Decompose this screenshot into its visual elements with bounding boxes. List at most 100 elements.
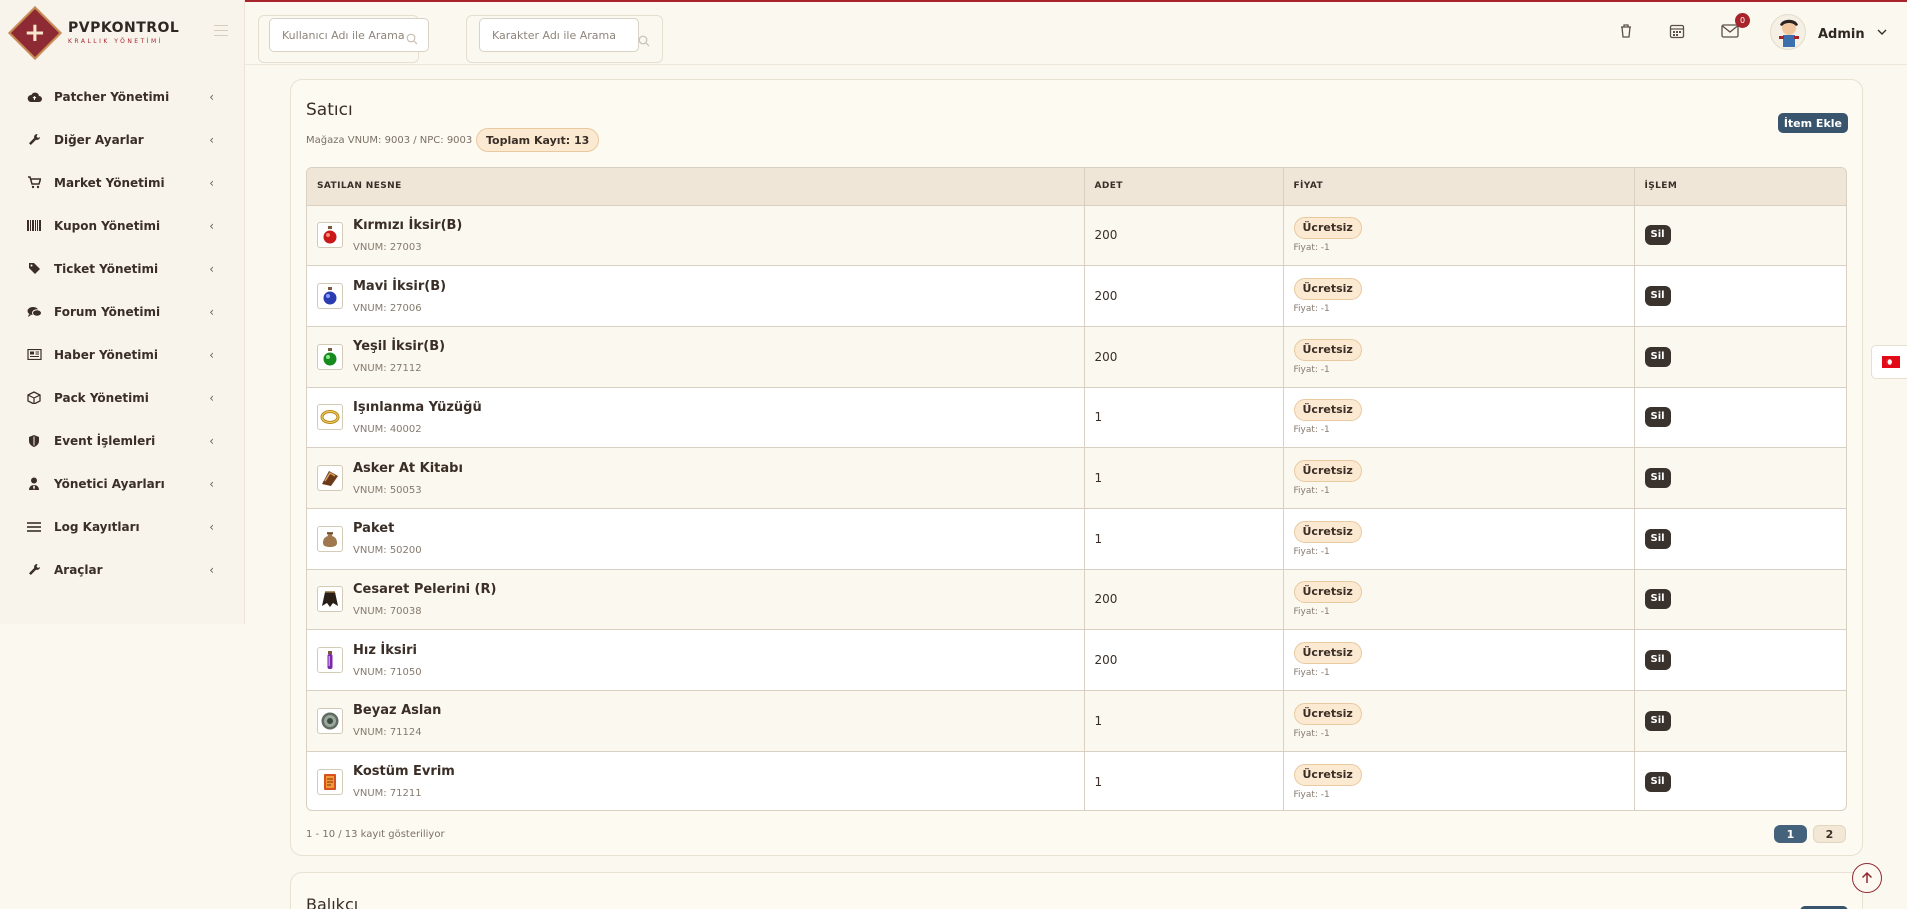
delete-button[interactable]: Sil	[1644, 528, 1671, 549]
item-vnum: VNUM: 27003	[353, 241, 422, 253]
qty-cell: 1	[1084, 447, 1284, 509]
price-value: Fiyat: -1	[1293, 668, 1330, 679]
price-value: Fiyat: -1	[1293, 243, 1330, 254]
page-button-1[interactable]: 1	[1774, 825, 1807, 843]
card-title: Balıkçı	[306, 895, 359, 909]
price-cell: Ücretsiz Fiyat: -1	[1283, 690, 1635, 752]
brand-logo: +	[8, 5, 62, 60]
qty-cell: 1	[1084, 508, 1284, 570]
action-cell: Sil	[1634, 265, 1846, 327]
sidebar-item-newspaper[interactable]: Haber Yönetimi ‹	[0, 333, 244, 376]
item-name: Kostüm Evrim	[353, 764, 455, 780]
price-badge: Ücretsiz	[1293, 460, 1362, 483]
user-search-input[interactable]	[270, 19, 428, 51]
table-row: Asker At Kitabı VNUM: 50053 1 Ücretsiz Fiyat…	[307, 447, 1846, 509]
table-header-row: SATILAN NESNE ADET FİYAT İŞLEM	[307, 168, 1846, 206]
sidebar-item-label: Yönetici Ayarları	[54, 476, 165, 491]
sidebar-item-barcode[interactable]: Kupon Yönetimi ‹	[0, 204, 244, 247]
price-badge: Ücretsiz	[1293, 702, 1362, 725]
sidebar-item-label: Diğer Ayarlar	[54, 132, 144, 147]
add-item-button[interactable]: İtem Ekle	[1777, 113, 1848, 133]
avatar[interactable]	[1770, 14, 1806, 50]
tools-icon	[26, 563, 42, 577]
sidebar-menu: Patcher Yönetimi ‹ Diğer Ayarlar ‹ Market Yö…	[0, 65, 244, 591]
admin-name[interactable]: Admin	[1818, 27, 1865, 42]
item-cell: Kostüm Evrim VNUM: 71211	[307, 751, 1085, 810]
sidebar-item-wrench[interactable]: Diğer Ayarlar ‹	[0, 118, 244, 161]
qty-cell: 200	[1084, 205, 1284, 267]
calendar-icon[interactable]	[1666, 20, 1688, 42]
price-badge: Ücretsiz	[1293, 217, 1362, 240]
sidebar: + PVPKONTROL KRALLIK YÖNETİMİ Patcher Yö…	[0, 0, 245, 624]
price-cell: Ücretsiz Fiyat: -1	[1283, 265, 1635, 327]
sidebar-item-box[interactable]: Pack Yönetimi ‹	[0, 376, 244, 419]
sidebar-item-comments[interactable]: Forum Yönetimi ‹	[0, 290, 244, 333]
delete-button[interactable]: Sil	[1644, 771, 1671, 792]
item-name: Paket	[353, 521, 395, 537]
blue-potion-icon	[317, 283, 343, 310]
sidebar-item-list[interactable]: Log Kayıtları ‹	[0, 505, 244, 548]
action-cell: Sil	[1634, 387, 1846, 449]
search-icon[interactable]	[638, 35, 650, 47]
item-name: Cesaret Pelerini (R)	[353, 581, 497, 597]
chevron-left-icon: ‹	[209, 562, 214, 577]
price-badge: Ücretsiz	[1293, 763, 1362, 786]
sidebar-item-cloud-upload[interactable]: Patcher Yönetimi ‹	[0, 75, 244, 118]
chevron-left-icon: ‹	[209, 519, 214, 534]
menu-toggle-icon[interactable]	[214, 25, 228, 40]
delete-button[interactable]: Sil	[1644, 225, 1671, 246]
seller-card: Satıcı Mağaza VNUM: 9003 / NPC: 9003 Top…	[290, 79, 1863, 856]
table-row: Kırmızı İksir(B) VNUM: 27003 200 Ücretsiz Fi…	[307, 205, 1846, 267]
purple-potion-icon	[317, 647, 343, 674]
sidebar-item-cart[interactable]: Market Yönetimi ‹	[0, 161, 244, 204]
chevron-left-icon: ‹	[209, 89, 214, 104]
price-cell: Ücretsiz Fiyat: -1	[1283, 326, 1635, 388]
sidebar-item-label: Ticket Yönetimi	[54, 261, 159, 276]
column-header-action[interactable]: İŞLEM	[1634, 168, 1846, 206]
sidebar-item-label: Log Kayıtları	[54, 519, 140, 534]
price-badge: Ücretsiz	[1293, 520, 1362, 543]
column-header-item[interactable]: SATILAN NESNE	[307, 168, 1085, 206]
delete-button[interactable]: Sil	[1644, 286, 1671, 307]
search-icon[interactable]	[406, 33, 418, 45]
scroll-icon	[317, 768, 343, 795]
language-switcher[interactable]	[1871, 345, 1907, 379]
column-header-qty[interactable]: ADET	[1084, 168, 1284, 206]
scroll-to-top-button[interactable]	[1852, 863, 1882, 893]
delete-button[interactable]: Sil	[1644, 589, 1671, 610]
sidebar-item-label: Event İşlemleri	[54, 433, 156, 448]
trash-icon[interactable]	[1615, 20, 1637, 42]
brand[interactable]: + PVPKONTROL KRALLIK YÖNETİMİ	[0, 0, 244, 65]
table-row: Yeşil İksir(B) VNUM: 27112 200 Ücretsiz Fiya…	[307, 326, 1846, 388]
wrench-icon	[26, 133, 42, 147]
delete-button[interactable]: Sil	[1644, 346, 1671, 367]
sidebar-item-label: Kupon Yönetimi	[54, 218, 161, 233]
table-row: Cesaret Pelerini (R) VNUM: 70038 200 Ücrets…	[307, 569, 1846, 631]
cape-icon	[317, 586, 343, 613]
table-row: Kostüm Evrim VNUM: 71211 1 Ücretsiz Fiyat: -…	[307, 751, 1846, 810]
items-table: SATILAN NESNE ADET FİYAT İŞLEM Kırmızı İ…	[307, 168, 1846, 810]
price-cell: Ücretsiz Fiyat: -1	[1283, 508, 1635, 570]
red-potion-icon	[317, 222, 343, 249]
sidebar-item-tag[interactable]: Ticket Yönetimi ‹	[0, 247, 244, 290]
sidebar-item-shield[interactable]: Event İşlemleri ‹	[0, 419, 244, 462]
item-vnum: VNUM: 27112	[353, 363, 422, 375]
sidebar-item-tools[interactable]: Araçlar ‹	[0, 548, 244, 591]
brand-subtitle: KRALLIK YÖNETİMİ	[68, 38, 163, 45]
chevron-left-icon: ‹	[209, 304, 214, 319]
mail-icon[interactable]: 0	[1719, 13, 1750, 42]
page-button-2[interactable]: 2	[1813, 825, 1846, 843]
delete-button[interactable]: Sil	[1644, 650, 1671, 671]
table-row: Beyaz Aslan VNUM: 71124 1 Ücretsiz Fiyat: -1…	[307, 690, 1846, 752]
character-search-input[interactable]	[480, 19, 638, 51]
price-value: Fiyat: -1	[1293, 728, 1330, 739]
chevron-down-icon[interactable]	[1876, 26, 1888, 38]
notification-badge: 0	[1735, 13, 1750, 28]
delete-button[interactable]: Sil	[1644, 710, 1671, 731]
item-vnum: VNUM: 40002	[353, 423, 422, 435]
delete-button[interactable]: Sil	[1644, 468, 1671, 489]
qty-cell: 200	[1084, 569, 1284, 631]
column-header-price[interactable]: FİYAT	[1283, 168, 1635, 206]
delete-button[interactable]: Sil	[1644, 407, 1671, 428]
sidebar-item-user-tie[interactable]: Yönetici Ayarları ‹	[0, 462, 244, 505]
